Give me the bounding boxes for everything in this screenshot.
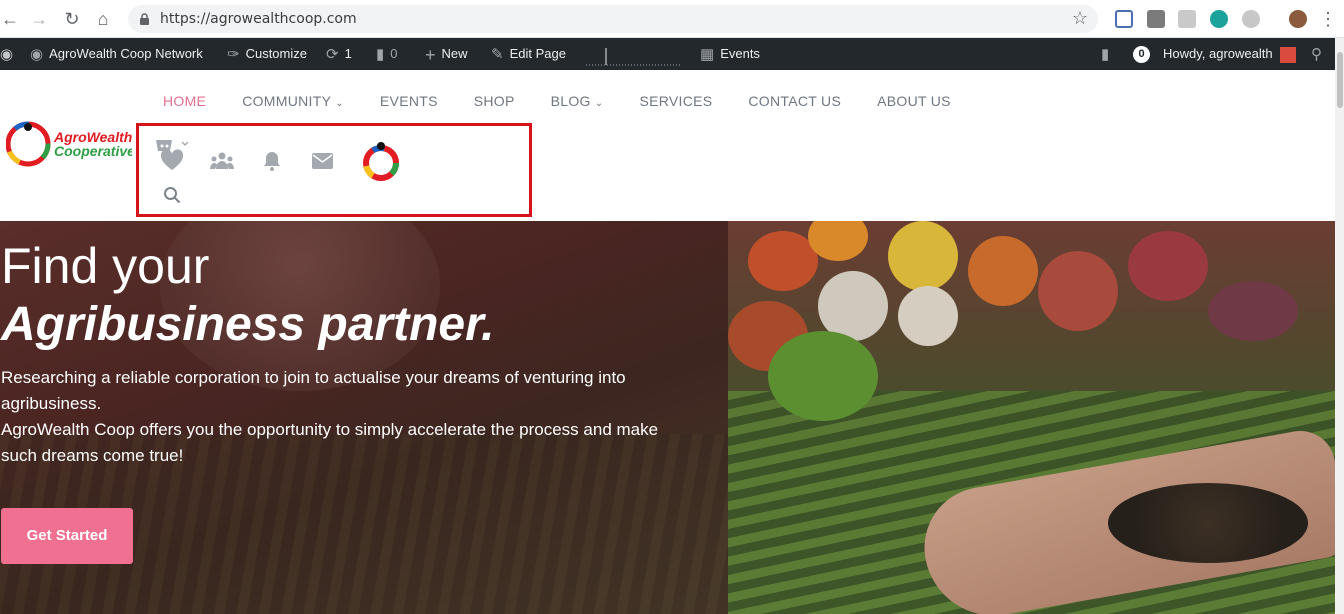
profile-avatar[interactable] <box>361 141 401 181</box>
site-logo[interactable]: AgroWealth Cooperative <box>6 120 132 168</box>
sparkline-icon <box>586 48 682 66</box>
hero-subtitle: Agribusiness partner. <box>1 298 495 351</box>
menu-kebab-icon[interactable]: ⋮ <box>1318 9 1338 29</box>
back-icon[interactable]: ← <box>0 9 20 29</box>
performance-graph <box>586 38 682 70</box>
home-icon[interactable]: ⌂ <box>93 9 113 29</box>
chevron-down-icon: ⌄ <box>594 98 604 109</box>
events-link[interactable]: ▦ Events <box>700 38 760 70</box>
notifications-link[interactable]: ▮ <box>1101 38 1115 70</box>
get-started-button[interactable]: Get Started <box>1 508 133 564</box>
address-bar[interactable]: https://agrowealthcoop.com ☆ <box>128 5 1098 33</box>
hero-description: Researching a reliable corporation to jo… <box>1 368 659 465</box>
hero-vegetables-image <box>728 221 1335 614</box>
comments-link[interactable]: ▮ 0 <box>376 38 398 70</box>
dashboard-icon: ◉ <box>30 45 44 63</box>
highlight-annotation-box <box>136 123 532 217</box>
menu-item-community[interactable]: COMMUNITY ⌄ <box>242 93 344 109</box>
howdy-account[interactable]: Howdy, agrowealth <box>1163 38 1297 70</box>
primary-menu: HOME COMMUNITY ⌄ EVENTS SHOP BLOG ⌄ SERVIC… <box>163 93 987 109</box>
envelope-icon[interactable] <box>312 153 333 169</box>
menu-item-blog[interactable]: BLOG ⌄ <box>551 93 604 109</box>
bookmark-star-icon[interactable]: ☆ <box>1072 8 1088 29</box>
notification-icon: ▮ <box>1101 45 1110 63</box>
hero-title: Find your <box>1 238 210 294</box>
groups-icon[interactable] <box>210 151 234 171</box>
camera-extension-icon[interactable] <box>1147 10 1165 28</box>
browser-toolbar: ← → ↻ ⌂ https://agrowealthcoop.com ☆ ⋮ <box>0 0 1344 38</box>
menu-item-contact-us[interactable]: CONTACT US <box>748 93 841 109</box>
checklist-extension-icon[interactable] <box>1115 10 1133 28</box>
menu-item-home[interactable]: HOME <box>163 93 206 109</box>
url-text: https://agrowealthcoop.com <box>160 11 357 27</box>
orange-pepper-shape <box>968 236 1038 306</box>
menu-item-events[interactable]: EVENTS <box>380 93 438 109</box>
wp-admin-bar: ◉ ◉ AgroWealth Coop Network ✑ Customize ⟳ 1… <box>0 38 1344 70</box>
pencil-icon: ✎ <box>491 45 504 63</box>
hero-section: Find your Agribusiness partner. Research… <box>0 221 1335 614</box>
m-extension-icon[interactable] <box>1242 10 1260 28</box>
wordpress-logo-icon[interactable]: ◉ <box>0 38 19 70</box>
calendar-icon: ▦ <box>700 45 715 63</box>
heart-icon[interactable] <box>160 149 184 171</box>
page-scrollbar[interactable] <box>1335 38 1344 614</box>
network-link[interactable]: ◉ AgroWealth Coop Network <box>30 38 203 70</box>
user-avatar <box>1280 46 1297 63</box>
profile-avatar[interactable] <box>1289 10 1307 28</box>
pdf-extension-icon[interactable] <box>1178 10 1196 28</box>
yellow-pepper-shape <box>888 221 958 291</box>
brush-icon: ✑ <box>227 45 240 63</box>
comment-icon: ▮ <box>376 45 385 63</box>
garlic-shape <box>898 286 958 346</box>
forward-icon[interactable]: → <box>29 9 49 29</box>
search-icon[interactable] <box>163 186 181 204</box>
notifications-count[interactable]: 0 <box>1133 38 1150 70</box>
menu-item-shop[interactable]: SHOP <box>474 93 515 109</box>
red-onion-shape <box>1128 231 1208 301</box>
bell-icon[interactable] <box>263 151 281 171</box>
scrollbar-thumb[interactable] <box>1337 52 1343 108</box>
admin-search-icon[interactable]: ⚲ <box>1311 38 1328 70</box>
reload-icon[interactable]: ↻ <box>62 9 82 29</box>
chevron-down-icon: ⌄ <box>335 98 344 109</box>
updates-link[interactable]: ⟳ 1 <box>326 38 352 70</box>
svg-text:Cooperative: Cooperative <box>54 143 132 159</box>
lettuce-shape <box>768 331 878 421</box>
edit-page-link[interactable]: ✎ Edit Page <box>491 38 566 70</box>
updates-icon: ⟳ <box>326 45 339 63</box>
grammarly-extension-icon[interactable] <box>1210 10 1228 28</box>
customize-link[interactable]: ✑ Customize <box>227 38 307 70</box>
plus-icon: + <box>425 44 436 65</box>
new-content-link[interactable]: + New <box>425 38 468 70</box>
tomato-shape <box>1038 251 1118 331</box>
red-onion-shape <box>1208 281 1298 341</box>
menu-item-about-us[interactable]: ABOUT US <box>877 93 951 109</box>
soil-shape <box>1108 483 1308 563</box>
lock-icon <box>140 13 149 25</box>
site-header: AgroWealth Cooperative HOME COMMUNITY ⌄ E… <box>0 70 1335 221</box>
menu-item-services[interactable]: SERVICES <box>639 93 712 109</box>
